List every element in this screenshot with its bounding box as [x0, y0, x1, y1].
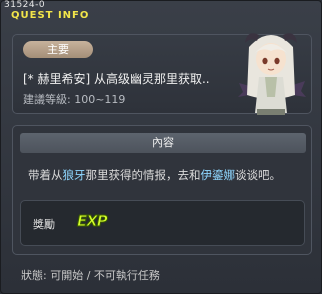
quest-info-window: 31524-0 QUEST INFO 主要 [* 赫里希安] 从高级幽灵那里获取…	[0, 0, 322, 294]
npc-link-yiliuna[interactable]: 伊鎏娜	[201, 168, 236, 182]
npc-link-langya[interactable]: 狼牙	[63, 168, 86, 182]
quest-type-badge: 主要	[23, 41, 93, 58]
exp-icon: EXP	[77, 212, 109, 231]
reward-label: 獎勵	[33, 218, 55, 231]
desc-text: 带着从	[28, 168, 63, 182]
npc-portrait	[238, 33, 306, 115]
quest-description: 带着从狼牙那里获得的情报，去和伊鎏娜谈谈吧。	[28, 167, 281, 183]
window-title: QUEST INFO	[11, 10, 90, 21]
desc-text: 谈谈吧。	[235, 168, 281, 182]
quest-status: 狀態: 可開始 / 不可執行任務	[21, 269, 160, 282]
quest-content-panel: 內容 带着从狼牙那里获得的情报，去和伊鎏娜谈谈吧。 獎勵 EXP	[12, 125, 312, 255]
quest-id: 31524-0	[4, 0, 46, 10]
quest-name: [* 赫里希安] 从高级幽灵那里获取..	[23, 72, 210, 86]
recommended-level: 建議等級: 100~119	[23, 93, 126, 106]
desc-text: 那里获得的情报，去和	[85, 168, 201, 182]
content-header: 內容	[20, 133, 306, 153]
reward-panel: 獎勵 EXP	[20, 200, 305, 246]
